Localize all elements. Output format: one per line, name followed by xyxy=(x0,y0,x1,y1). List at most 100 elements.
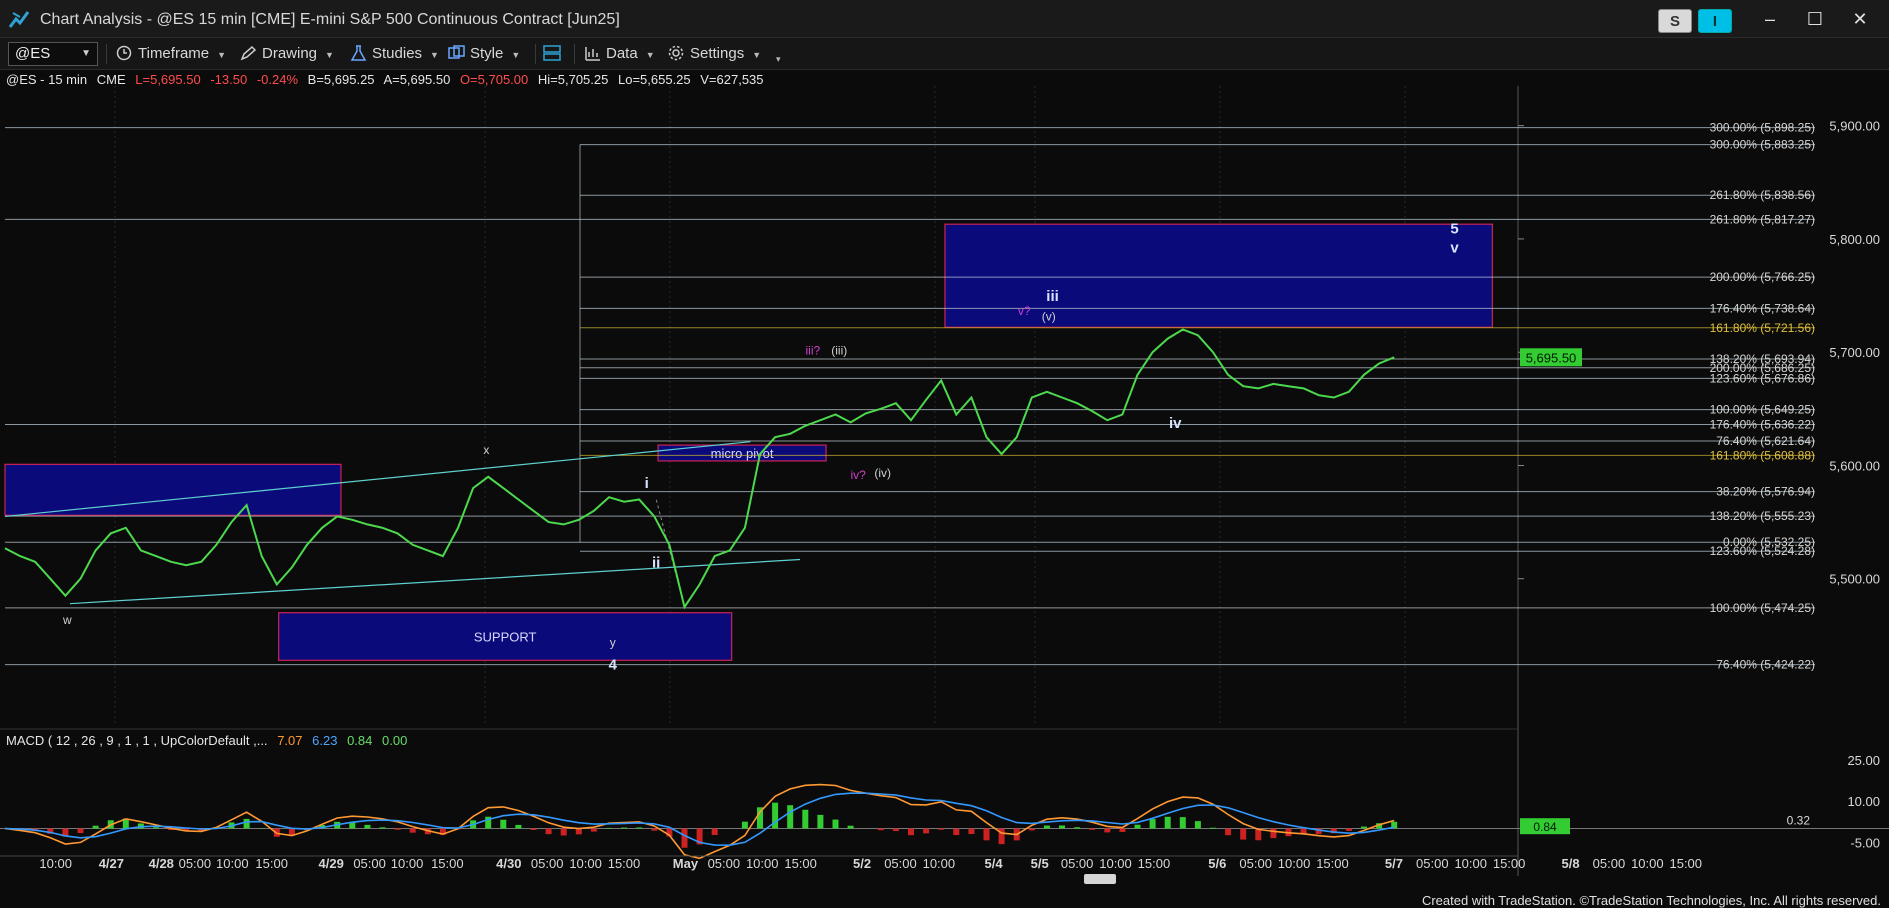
macd-histogram-bar xyxy=(349,822,356,829)
macd-histogram-bar xyxy=(1043,825,1050,829)
fib-level-label: 76.40% (5,424.22) xyxy=(1716,658,1815,672)
fib-level-label: 176.40% (5,636.22) xyxy=(1710,417,1815,431)
info-symbol: @ES - 15 min xyxy=(6,72,88,87)
toolbar-divider xyxy=(535,44,536,64)
time-tick-label: 10:00 xyxy=(1099,856,1132,871)
chart-toolbar: @ES ▼ Timeframe ▼ Drawing ▼ Studies ▼ Style… xyxy=(0,38,1889,70)
macd-histogram-bar xyxy=(153,827,159,829)
toolbar-divider xyxy=(574,44,575,64)
chevron-down-icon[interactable]: ▼ xyxy=(81,43,91,65)
info-high: Hi=5,705.25 xyxy=(537,72,609,87)
wave-label: 4 xyxy=(609,656,618,673)
macd-label: MACD ( 12 , 26 , 9 , 1 , 1 , UpColorDefa… xyxy=(6,733,268,748)
time-tick-label: 15:00 xyxy=(1138,856,1171,871)
chevron-down-icon: ▼ xyxy=(430,50,439,60)
macd-histogram-bar xyxy=(409,828,416,833)
time-tick-label: 15:00 xyxy=(1669,856,1702,871)
macd-histogram-bar xyxy=(1225,828,1232,836)
time-tick-label: 10:00 xyxy=(746,856,779,871)
tradestation-logo-icon xyxy=(8,11,30,28)
time-tick-label: 15:00 xyxy=(1493,856,1526,871)
minimize-button[interactable]: – xyxy=(1750,6,1790,32)
macd-histogram-bar xyxy=(1210,827,1216,829)
s-button[interactable]: S xyxy=(1658,9,1692,33)
wave-label: (iii) xyxy=(831,343,847,357)
wave-label: v? xyxy=(1018,304,1031,318)
macd-histogram-bar xyxy=(711,828,718,835)
macd-histogram-bar xyxy=(1194,821,1201,829)
macd-histogram-bar xyxy=(802,809,809,829)
macd-histogram-bar xyxy=(892,828,899,832)
macd-tick-label: 10.00 xyxy=(1847,794,1880,809)
fib-level-label: 161.80% (5,608.88) xyxy=(1710,448,1815,462)
i-button[interactable]: I xyxy=(1698,9,1732,33)
macd-signal-value: 6.23 xyxy=(312,733,338,748)
zone-label: SUPPORT xyxy=(474,630,537,645)
layout-icon xyxy=(543,45,561,61)
wave-label: (iv) xyxy=(874,466,891,480)
fib-level-label: 261.80% (5,838.56) xyxy=(1710,188,1815,202)
time-tick-label: 15:00 xyxy=(608,856,641,871)
maximize-button[interactable]: ☐ xyxy=(1795,6,1835,32)
bar-chart-icon xyxy=(585,47,600,61)
macd-histogram-bar xyxy=(364,824,371,829)
info-last: L=5,695.50 xyxy=(135,72,201,87)
data-menu[interactable]: Data ▼ xyxy=(584,44,655,64)
macd-histogram-bar xyxy=(1179,817,1186,829)
macd-histogram-bar xyxy=(847,825,854,829)
time-tick-label: 15:00 xyxy=(255,856,288,871)
macd-histogram-bar xyxy=(590,828,597,832)
info-volume: V=627,535 xyxy=(700,72,764,87)
wave-label: i xyxy=(645,475,649,492)
flask-icon xyxy=(350,45,367,61)
macd-hist-marker-label: 0.84 xyxy=(1533,820,1557,834)
time-tick-label: 4/30 xyxy=(496,856,521,871)
studies-menu[interactable]: Studies ▼ xyxy=(350,44,439,64)
macd-histogram-bar xyxy=(832,819,839,829)
price-tick-label: 5,800.00 xyxy=(1829,232,1880,247)
last-price-label: 5,695.50 xyxy=(1526,350,1577,365)
symbol-input[interactable]: @ES ▼ xyxy=(8,42,98,66)
time-tick-label: 5/6 xyxy=(1208,856,1226,871)
drawing-menu[interactable]: Drawing ▼ xyxy=(240,44,334,64)
settings-menu[interactable]: Settings ▼ xyxy=(668,44,761,64)
macd-histogram-bar xyxy=(681,828,688,848)
style-label: Style xyxy=(470,45,504,62)
fib-level-label: 123.60% (5,524.28) xyxy=(1710,544,1815,558)
quote-info-line: @ES - 15 min CME L=5,695.50 -13.50 -0.24… xyxy=(6,72,770,87)
gear-icon xyxy=(668,45,684,61)
wave-label: y xyxy=(610,636,616,650)
fib-level-label: 200.00% (5,766.25) xyxy=(1710,270,1815,284)
drawing-label: Drawing xyxy=(262,45,318,62)
macd-histogram-bar xyxy=(1149,819,1156,829)
macd-tick-label: 25.00 xyxy=(1847,753,1880,768)
fib-level-label: 100.00% (5,474.25) xyxy=(1710,601,1815,615)
studies-label: Studies xyxy=(372,45,423,62)
time-tick-label: 15:00 xyxy=(431,856,464,871)
macd-histogram-bar xyxy=(968,828,975,835)
fib-level-label: 100.00% (5,649.25) xyxy=(1710,403,1815,417)
timeframe-menu[interactable]: Timeframe ▼ xyxy=(116,44,226,64)
macd-histogram-bar xyxy=(1164,816,1171,829)
wave-label: 5 xyxy=(1450,220,1458,237)
info-change: -13.50 xyxy=(210,72,248,87)
macd-histogram-bar xyxy=(1134,824,1141,829)
macd-histogram-bar xyxy=(1270,828,1277,839)
time-tick-label: 4/28 xyxy=(149,856,174,871)
macd-histogram-bar xyxy=(1104,828,1111,833)
time-tick-label: 05:00 xyxy=(531,856,564,871)
macd-histogram-bar xyxy=(787,805,794,829)
time-tick-label: 5/5 xyxy=(1031,856,1049,871)
macd-histogram-bar xyxy=(908,828,914,836)
footer-copyright: Created with TradeStation. ©TradeStation… xyxy=(1421,893,1881,908)
style-menu[interactable]: Style ▼ xyxy=(448,44,520,64)
wave-label: iv xyxy=(1169,415,1182,432)
macd-histogram-bar xyxy=(500,819,507,829)
close-button[interactable]: ✕ xyxy=(1840,6,1880,32)
fib-level-label: 261.80% (5,817.27) xyxy=(1710,212,1815,226)
clock-icon xyxy=(116,45,132,61)
price-chart[interactable]: SUPPORTmicro pivot300.00% (5,898.25)300.… xyxy=(0,86,1889,876)
layout-button[interactable] xyxy=(543,44,565,64)
toolbar-overflow-button[interactable]: ▾ xyxy=(768,48,781,68)
time-scrollbar-thumb[interactable] xyxy=(1084,874,1116,884)
